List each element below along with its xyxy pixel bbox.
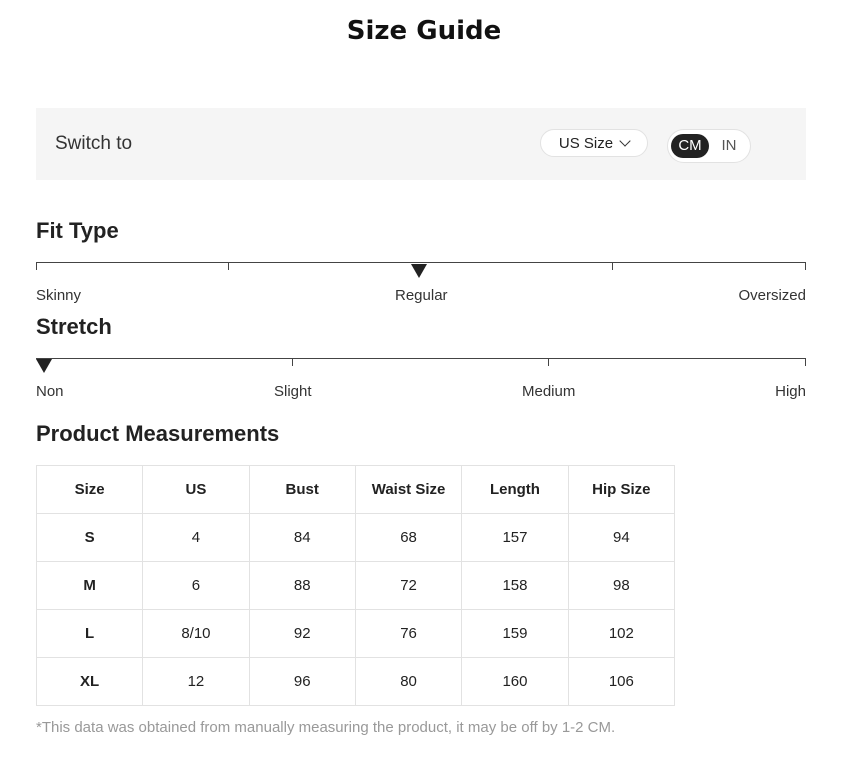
table-cell: XL (35, 657, 144, 706)
table-cell: 98 (567, 561, 676, 610)
measurements-table: Size US Bust Waist Size Length Hip Size … (35, 465, 676, 706)
table-row: S 4 84 68 157 94 (35, 513, 676, 562)
stretch-scale (36, 358, 806, 359)
stretch-label-high: High (775, 383, 806, 400)
unit-switch-bar: Switch to US Size CM IN (36, 108, 806, 180)
column-header: Length (461, 465, 569, 514)
table-row: XL 12 96 80 160 106 (35, 657, 676, 706)
table-cell: 92 (248, 609, 356, 658)
table-cell: S (35, 513, 144, 562)
column-header: Waist Size (354, 465, 463, 514)
stretch-tick (548, 358, 549, 366)
table-cell: 12 (142, 657, 250, 706)
table-row: M 6 88 72 158 98 (35, 561, 676, 610)
fit-type-tick (612, 262, 613, 270)
switch-label: Switch to (55, 133, 133, 154)
table-cell: 68 (354, 513, 463, 562)
size-system-dropdown[interactable]: US Size (540, 129, 648, 157)
fit-type-scale (36, 262, 806, 263)
column-header: Bust (248, 465, 356, 514)
table-cell: 106 (567, 657, 676, 706)
table-cell: L (35, 609, 144, 658)
column-header: US (142, 465, 250, 514)
fit-type-title: Fit Type (36, 218, 119, 243)
table-cell: 96 (248, 657, 356, 706)
fit-type-label-regular: Regular (395, 287, 448, 304)
fit-type-marker-icon (411, 264, 427, 278)
unit-toggle: CM IN (667, 129, 751, 163)
measurement-note: *This data was obtained from manually me… (36, 719, 616, 736)
stretch-label-medium: Medium (522, 383, 576, 400)
table-cell: 160 (461, 657, 569, 706)
fit-type-tick (228, 262, 229, 270)
unit-in-button[interactable]: IN (714, 134, 744, 158)
stretch-label-slight: Slight (274, 383, 312, 400)
column-header: Size (35, 465, 144, 514)
fit-type-tick (805, 262, 806, 270)
stretch-tick (292, 358, 293, 366)
fit-type-tick (36, 262, 37, 270)
table-cell: 72 (354, 561, 463, 610)
stretch-marker-icon (36, 359, 52, 373)
unit-cm-button[interactable]: CM (671, 134, 709, 158)
fit-type-label-skinny: Skinny (36, 287, 82, 304)
table-cell: 88 (248, 561, 356, 610)
table-cell: 84 (248, 513, 356, 562)
chevron-down-icon (619, 135, 631, 147)
size-system-value: US Size (558, 134, 614, 152)
table-header-row: Size US Bust Waist Size Length Hip Size (35, 465, 676, 514)
table-cell: 159 (461, 609, 569, 658)
stretch-label-non: Non (36, 383, 64, 400)
table-cell: 157 (461, 513, 569, 562)
table-cell: 76 (354, 609, 463, 658)
table-cell: 80 (354, 657, 463, 706)
table-cell: 6 (142, 561, 250, 610)
page-title: Size Guide (346, 16, 502, 46)
measurements-title: Product Measurements (36, 421, 280, 446)
table-cell: 4 (142, 513, 250, 562)
table-cell: 158 (461, 561, 569, 610)
table-cell: 8/10 (142, 609, 250, 658)
table-cell: 102 (567, 609, 676, 658)
table-cell: M (35, 561, 144, 610)
column-header: Hip Size (567, 465, 676, 514)
table-row: L 8/10 92 76 159 102 (35, 609, 676, 658)
fit-type-label-oversized: Oversized (738, 287, 806, 304)
table-cell: 94 (567, 513, 676, 562)
stretch-title: Stretch (36, 314, 112, 339)
stretch-tick (805, 358, 806, 366)
